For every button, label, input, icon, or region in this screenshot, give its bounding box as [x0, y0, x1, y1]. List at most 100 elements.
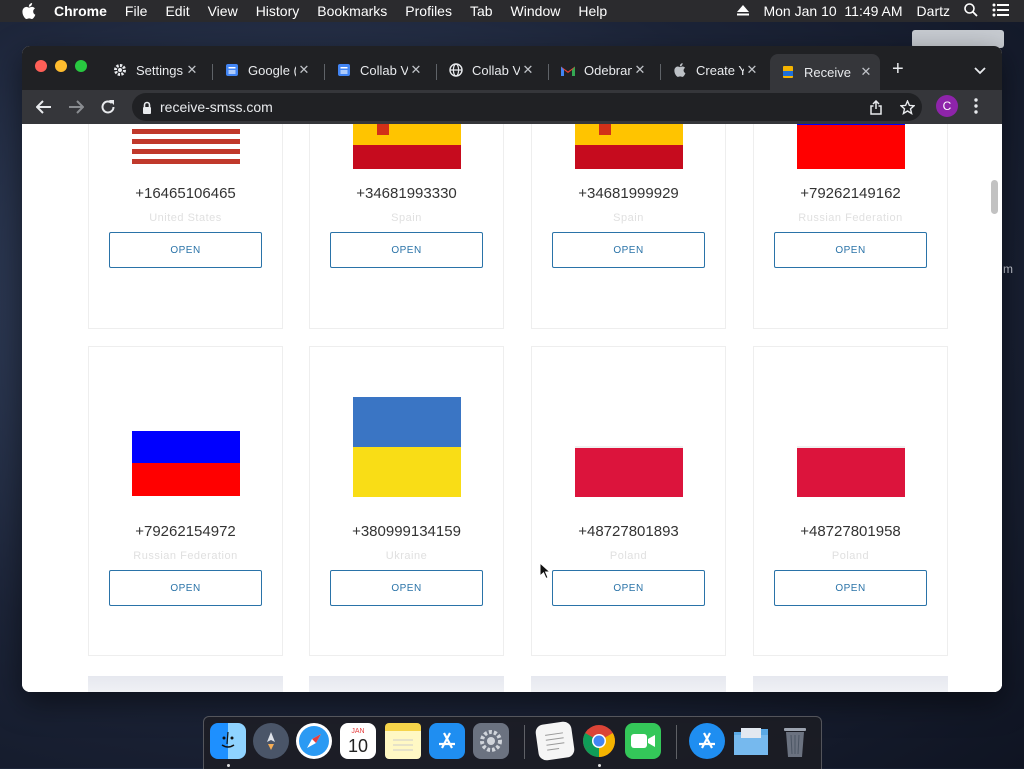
running-indicator	[227, 764, 230, 767]
open-button[interactable]: OPEN	[330, 570, 483, 606]
menu-history[interactable]: History	[256, 3, 300, 19]
tab-label: Odebran	[584, 62, 632, 78]
calendar-icon[interactable]: JAN 10	[340, 723, 376, 759]
zoom-window-button[interactable]	[75, 60, 87, 72]
tab-close-icon[interactable]: ✕	[184, 62, 200, 78]
tab-label: Collab V	[472, 62, 520, 78]
menu-profiles[interactable]: Profiles	[405, 3, 452, 19]
downloads-folder-icon[interactable]	[733, 723, 769, 759]
phone-number[interactable]: +34681993330	[310, 185, 503, 202]
poland-flag	[797, 446, 905, 497]
system-preferences-icon[interactable]	[473, 723, 509, 759]
new-tab-button[interactable]: +	[892, 59, 904, 79]
tab-settings[interactable]: Settings ✕	[102, 56, 206, 84]
menu-edit[interactable]: Edit	[165, 3, 189, 19]
scrollbar-thumb[interactable]	[991, 180, 998, 214]
tab-gmail[interactable]: Odebran ✕	[550, 56, 654, 84]
close-window-button[interactable]	[35, 60, 47, 72]
reload-icon[interactable]	[99, 98, 117, 116]
app-store-icon[interactable]	[689, 723, 725, 759]
number-card: +79262154972 Russian Federation OPEN	[88, 346, 283, 656]
facetime-icon[interactable]	[625, 723, 661, 759]
tab-separator	[548, 64, 549, 80]
open-button[interactable]: OPEN	[109, 232, 262, 268]
next-row-card	[753, 676, 948, 692]
share-icon[interactable]	[870, 99, 882, 118]
gear-icon	[112, 62, 128, 78]
open-button[interactable]: OPEN	[552, 570, 705, 606]
phone-number[interactable]: +79262149162	[754, 185, 947, 202]
google-sites-icon	[224, 62, 240, 78]
tab-close-icon[interactable]: ✕	[408, 62, 424, 78]
control-center-icon[interactable]	[992, 3, 1010, 20]
tab-separator	[212, 64, 213, 80]
tab-apple[interactable]: Create Y ✕	[662, 56, 766, 84]
tab-search-chevron-icon[interactable]	[974, 62, 986, 80]
menu-bar: Chrome File Edit View History Bookmarks …	[0, 0, 1024, 22]
spain-flag	[575, 124, 683, 169]
eject-icon[interactable]	[737, 3, 750, 19]
menu-app-name[interactable]: Chrome	[54, 3, 107, 19]
dock: JAN 10	[203, 716, 822, 769]
bookmark-star-icon[interactable]	[899, 99, 916, 118]
menu-tab[interactable]: Tab	[470, 3, 493, 19]
browser-toolbar: receive-smss.com C	[22, 90, 1002, 124]
spotlight-search-icon[interactable]	[964, 2, 978, 20]
menubar-datetime[interactable]: Mon Jan 10 11:49 AM	[763, 3, 902, 19]
open-button[interactable]: OPEN	[109, 570, 262, 606]
phone-number[interactable]: +380999134159	[310, 523, 503, 540]
menu-bookmarks[interactable]: Bookmarks	[317, 3, 387, 19]
notes-icon[interactable]	[385, 723, 421, 759]
tab-close-icon[interactable]: ✕	[744, 62, 760, 78]
phone-number[interactable]: +16465106465	[89, 185, 282, 202]
phone-number[interactable]: +79262154972	[89, 523, 282, 540]
tab-close-icon[interactable]: ✕	[632, 62, 648, 78]
chrome-icon[interactable]	[581, 723, 617, 759]
address-bar[interactable]: receive-smss.com	[132, 93, 922, 121]
url-text[interactable]: receive-smss.com	[160, 99, 273, 115]
tab-google-sites-2[interactable]: Collab V ✕	[326, 56, 430, 84]
trash-icon[interactable]	[777, 723, 813, 759]
launchpad-icon[interactable]	[253, 723, 289, 759]
number-card: +16465106465 United States OPEN	[88, 124, 283, 329]
running-indicator	[598, 764, 601, 767]
dock-separator	[676, 725, 677, 759]
more-menu-icon[interactable]	[974, 98, 978, 119]
tab-receive-smss-active[interactable]: Receive ✕	[770, 54, 880, 90]
tab-close-icon[interactable]: ✕	[520, 62, 536, 78]
country-name: Poland	[831, 550, 870, 562]
lock-icon[interactable]	[142, 101, 152, 114]
menu-help[interactable]: Help	[578, 3, 607, 19]
number-card: +48727801893 Poland OPEN	[531, 346, 726, 656]
menu-file[interactable]: File	[125, 3, 148, 19]
apple-menu-icon[interactable]	[20, 3, 38, 19]
phone-number[interactable]: +34681999929	[532, 185, 725, 202]
number-card: +79262149162 Russian Federation OPEN	[753, 124, 948, 329]
tab-collab-globe[interactable]: Collab V ✕	[438, 56, 542, 84]
phone-number[interactable]: +48727801958	[754, 523, 947, 540]
forward-arrow-icon[interactable]	[67, 98, 85, 116]
country-name: Poland	[609, 550, 648, 562]
open-button[interactable]: OPEN	[774, 570, 927, 606]
site-favicon-icon	[780, 64, 796, 80]
open-button[interactable]: OPEN	[552, 232, 705, 268]
profile-avatar[interactable]: C	[936, 95, 958, 117]
menubar-user[interactable]: Dartz	[917, 3, 950, 19]
app-store-icon[interactable]	[429, 723, 465, 759]
open-button[interactable]: OPEN	[330, 232, 483, 268]
menu-view[interactable]: View	[208, 3, 238, 19]
spain-flag	[353, 124, 461, 169]
finder-icon[interactable]	[210, 723, 246, 759]
safari-icon[interactable]	[296, 723, 332, 759]
textedit-icon[interactable]	[534, 720, 576, 762]
poland-flag	[575, 446, 683, 497]
minimize-window-button[interactable]	[55, 60, 67, 72]
menu-window[interactable]: Window	[511, 3, 561, 19]
ukraine-flag	[353, 397, 461, 497]
open-button[interactable]: OPEN	[774, 232, 927, 268]
phone-number[interactable]: +48727801893	[532, 523, 725, 540]
tab-google-sites-1[interactable]: Google ( ✕	[214, 56, 318, 84]
back-arrow-icon[interactable]	[35, 98, 53, 116]
tab-close-icon[interactable]: ✕	[296, 62, 312, 78]
tab-close-icon[interactable]: ✕	[858, 64, 874, 80]
